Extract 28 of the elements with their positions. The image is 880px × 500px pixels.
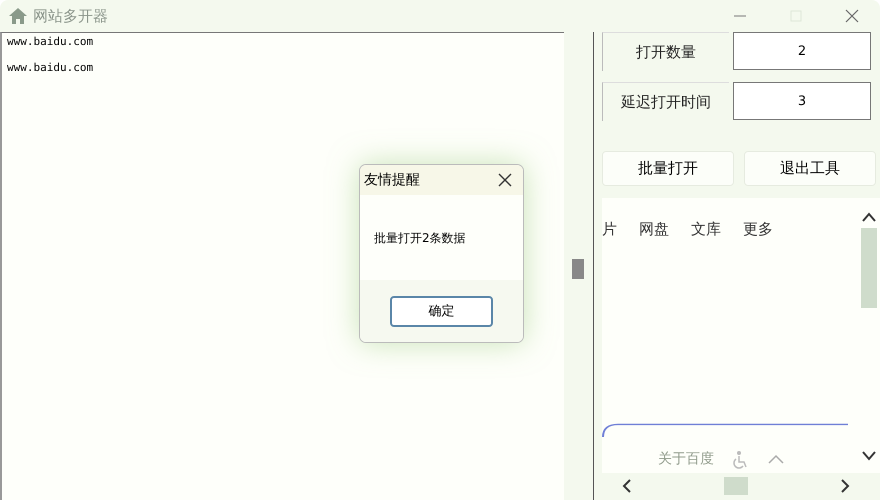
scrollbar-thumb[interactable] bbox=[724, 477, 748, 495]
setting-label: 打开数量 bbox=[602, 32, 729, 71]
ok-button[interactable]: 确定 bbox=[390, 296, 493, 326]
chevron-up-icon[interactable] bbox=[768, 454, 784, 464]
url-line: www.baidu.com bbox=[7, 35, 94, 50]
scrollbar-thumb[interactable] bbox=[861, 228, 877, 308]
close-icon bbox=[498, 173, 512, 187]
house-icon bbox=[8, 7, 28, 25]
scrollbar-thumb[interactable] bbox=[572, 259, 584, 279]
setting-field[interactable]: 2 bbox=[733, 32, 871, 70]
nav-link[interactable]: 更多 bbox=[743, 220, 773, 239]
scroll-right-icon[interactable] bbox=[840, 479, 850, 493]
nav-link[interactable]: 网盘 bbox=[639, 220, 669, 239]
dialog-title: 友情提醒 bbox=[364, 171, 420, 189]
action-button[interactable]: 退出工具 bbox=[744, 151, 876, 186]
url-line: www.baidu.com bbox=[7, 61, 94, 76]
minimize-icon bbox=[734, 15, 746, 17]
action-button[interactable]: 批量打开 bbox=[602, 151, 734, 186]
scroll-up-icon[interactable] bbox=[862, 212, 876, 222]
setting-field[interactable]: 3 bbox=[733, 82, 871, 120]
scroll-down-icon[interactable] bbox=[862, 451, 876, 461]
dialog-message: 批量打开2条数据 bbox=[373, 230, 467, 247]
close-icon bbox=[845, 9, 859, 23]
window-title: 网站多开器 bbox=[33, 6, 108, 26]
nav-link[interactable]: 文库 bbox=[691, 220, 721, 239]
nav-link[interactable]: 片 bbox=[602, 220, 617, 239]
scroll-left-icon[interactable] bbox=[622, 479, 632, 493]
setting-label: 延迟打开时间 bbox=[602, 82, 729, 121]
